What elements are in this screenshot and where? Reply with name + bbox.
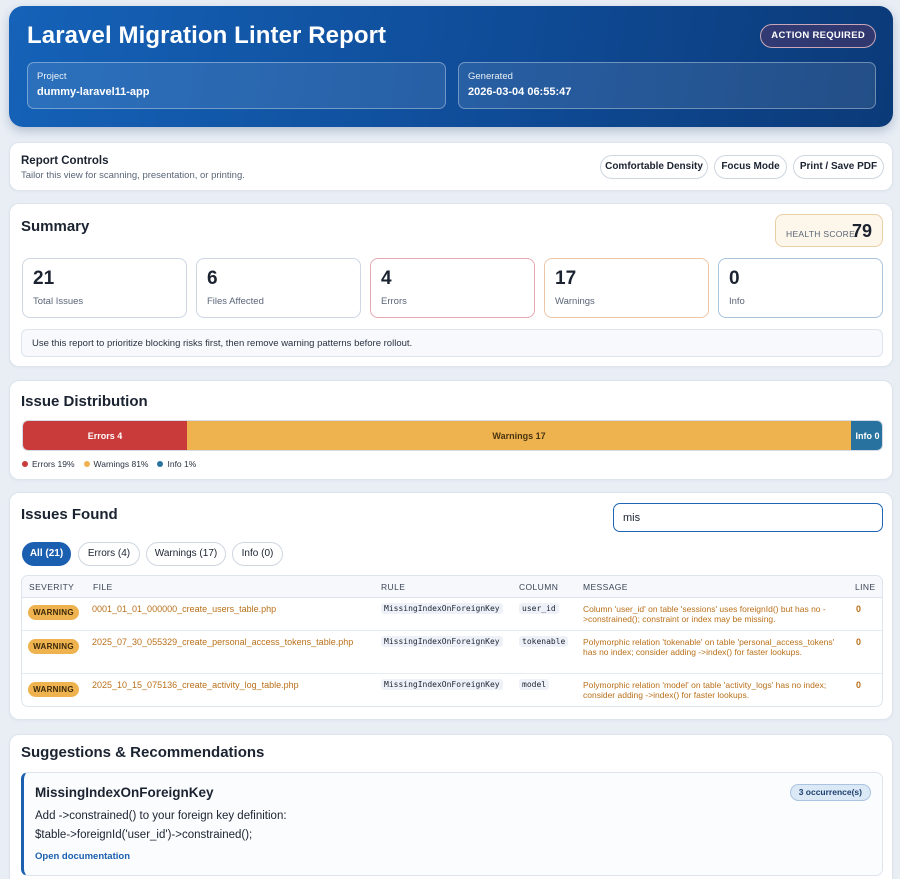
stat-label: Files Affected bbox=[207, 296, 264, 307]
info-segment: Info 0 bbox=[851, 421, 882, 450]
legend-warnings: Warnings 81% bbox=[83, 459, 149, 469]
table-row[interactable]: WARNING 2025_10_15_075136_create_activit… bbox=[22, 674, 882, 706]
rule-cell: MissingIndexOnForeignKey bbox=[381, 636, 503, 647]
stat-info: 0 Info bbox=[718, 258, 883, 318]
generated-label: Generated bbox=[468, 71, 513, 82]
stat-errors: 4 Errors bbox=[370, 258, 535, 318]
stat-value: 6 bbox=[207, 268, 218, 289]
column-cell: user_id bbox=[519, 603, 559, 614]
table-row[interactable]: WARNING 0001_01_01_000000_create_users_t… bbox=[22, 598, 882, 631]
health-score-value: 79 bbox=[851, 221, 872, 241]
line-cell: 0 bbox=[856, 680, 862, 690]
line-cell: 0 bbox=[856, 637, 862, 647]
stat-value: 17 bbox=[555, 268, 577, 289]
issues-title: Issues Found bbox=[21, 506, 118, 523]
generated-value: 2026-03-04 06:55:47 bbox=[468, 86, 572, 98]
legend-label: Warnings 81% bbox=[93, 459, 149, 469]
stat-label: Info bbox=[729, 296, 745, 307]
controls-title: Report Controls bbox=[21, 155, 109, 167]
filter-info[interactable]: Info (0) bbox=[232, 542, 283, 566]
severity-badge: WARNING bbox=[28, 605, 79, 620]
stat-total-issues: 21 Total Issues bbox=[22, 258, 187, 318]
col-line: LINE bbox=[855, 582, 876, 592]
col-rule: RULE bbox=[381, 582, 406, 592]
stat-label: Warnings bbox=[555, 296, 595, 307]
suggestions-card: Suggestions & Recommendations MissingInd… bbox=[9, 734, 893, 879]
suggestion-code: $table->foreignId('user_id')->constraine… bbox=[35, 829, 253, 841]
status-badge: ACTION REQUIRED bbox=[760, 24, 876, 48]
distribution-bar: Errors 4 Warnings 17 Info 0 bbox=[22, 420, 883, 451]
stat-warnings: 17 Warnings bbox=[544, 258, 709, 318]
project-label: Project bbox=[37, 71, 67, 82]
project-meta: Project dummy-laravel11-app bbox=[27, 62, 446, 109]
stat-value: 21 bbox=[33, 268, 55, 289]
line-cell: 0 bbox=[856, 604, 862, 614]
suggestion-text: Add ->constrained() to your foreign key … bbox=[35, 810, 287, 822]
rule-cell: MissingIndexOnForeignKey bbox=[381, 679, 503, 690]
stat-value: 0 bbox=[729, 268, 740, 289]
legend-errors: Errors 19% bbox=[22, 459, 75, 469]
filter-errors[interactable]: Errors (4) bbox=[78, 542, 140, 566]
col-severity: SEVERITY bbox=[29, 582, 75, 592]
print-button[interactable]: Print / Save PDF bbox=[793, 155, 884, 179]
column-cell: model bbox=[519, 679, 550, 690]
stat-files-affected: 6 Files Affected bbox=[196, 258, 361, 318]
focus-mode-button[interactable]: Focus Mode bbox=[714, 155, 787, 179]
col-file: FILE bbox=[93, 582, 113, 592]
message-cell: Column 'user_id' on table 'sessions' use… bbox=[583, 604, 826, 624]
column-cell: tokenable bbox=[519, 636, 569, 647]
file-cell: 2025_07_30_055329_create_personal_access… bbox=[92, 637, 354, 647]
summary-card: Summary HEALTH SCORE 79 21 Total Issues … bbox=[9, 203, 893, 367]
distribution-card: Issue Distribution Errors 4 Warnings 17 … bbox=[9, 380, 893, 480]
table-header: SEVERITY FILE RULE COLUMN MESSAGE LINE bbox=[22, 576, 882, 598]
project-value: dummy-laravel11-app bbox=[37, 86, 150, 98]
file-cell: 0001_01_01_000000_create_users_table.php bbox=[92, 604, 277, 614]
rule-cell: MissingIndexOnForeignKey bbox=[381, 603, 503, 614]
suggestions-title: Suggestions & Recommendations bbox=[21, 744, 265, 761]
issues-card: Issues Found All (21) Errors (4) Warning… bbox=[9, 492, 893, 720]
stat-label: Total Issues bbox=[33, 296, 84, 307]
issues-table: SEVERITY FILE RULE COLUMN MESSAGE LINE W… bbox=[21, 575, 883, 707]
file-cell: 2025_10_15_075136_create_activity_log_ta… bbox=[92, 680, 299, 690]
filter-all[interactable]: All (21) bbox=[22, 542, 71, 566]
controls-subtitle: Tailor this view for scanning, presentat… bbox=[21, 170, 245, 181]
warnings-dot-icon bbox=[83, 461, 90, 467]
summary-title: Summary bbox=[21, 218, 90, 235]
message-cell: Polymorphic relation 'model' on table 'a… bbox=[583, 680, 827, 700]
occurrence-badge: 3 occurrence(s) bbox=[789, 784, 871, 801]
report-controls-card: Report Controls Tailor this view for sca… bbox=[9, 142, 893, 191]
suggestion-item: MissingIndexOnForeignKey 3 occurrence(s)… bbox=[21, 772, 883, 876]
health-score-label: HEALTH SCORE bbox=[786, 229, 856, 239]
open-documentation-link[interactable]: Open documentation bbox=[35, 851, 130, 862]
density-button[interactable]: Comfortable Density bbox=[600, 155, 708, 179]
errors-dot-icon bbox=[22, 461, 28, 467]
legend-info: Info 1% bbox=[157, 459, 196, 469]
severity-badge: WARNING bbox=[28, 639, 79, 654]
stat-label: Errors bbox=[381, 296, 407, 307]
summary-note: Use this report to prioritize blocking r… bbox=[21, 329, 883, 357]
col-message: MESSAGE bbox=[583, 582, 628, 592]
stat-value: 4 bbox=[381, 268, 392, 289]
warnings-segment: Warnings 17 bbox=[187, 421, 851, 450]
filter-warnings[interactable]: Warnings (17) bbox=[146, 542, 226, 566]
issues-search-input[interactable] bbox=[613, 503, 883, 532]
health-score: HEALTH SCORE 79 bbox=[775, 214, 883, 247]
distribution-title: Issue Distribution bbox=[21, 393, 148, 410]
legend-label: Info 1% bbox=[167, 459, 197, 469]
generated-meta: Generated 2026-03-04 06:55:47 bbox=[458, 62, 876, 109]
severity-badge: WARNING bbox=[28, 682, 79, 697]
suggestion-rule-name: MissingIndexOnForeignKey bbox=[35, 785, 214, 800]
report-header: Laravel Migration Linter Report ACTION R… bbox=[9, 6, 893, 127]
table-row[interactable]: WARNING 2025_07_30_055329_create_persona… bbox=[22, 631, 882, 674]
legend-label: Errors 19% bbox=[32, 459, 75, 469]
errors-segment: Errors 4 bbox=[23, 421, 187, 450]
page-title: Laravel Migration Linter Report bbox=[27, 22, 387, 49]
col-column: COLUMN bbox=[519, 582, 559, 592]
distribution-legend: Errors 19% Warnings 81% Info 1% bbox=[22, 459, 196, 469]
info-dot-icon bbox=[157, 461, 164, 467]
message-cell: Polymorphic relation 'tokenable' on tabl… bbox=[583, 637, 835, 657]
